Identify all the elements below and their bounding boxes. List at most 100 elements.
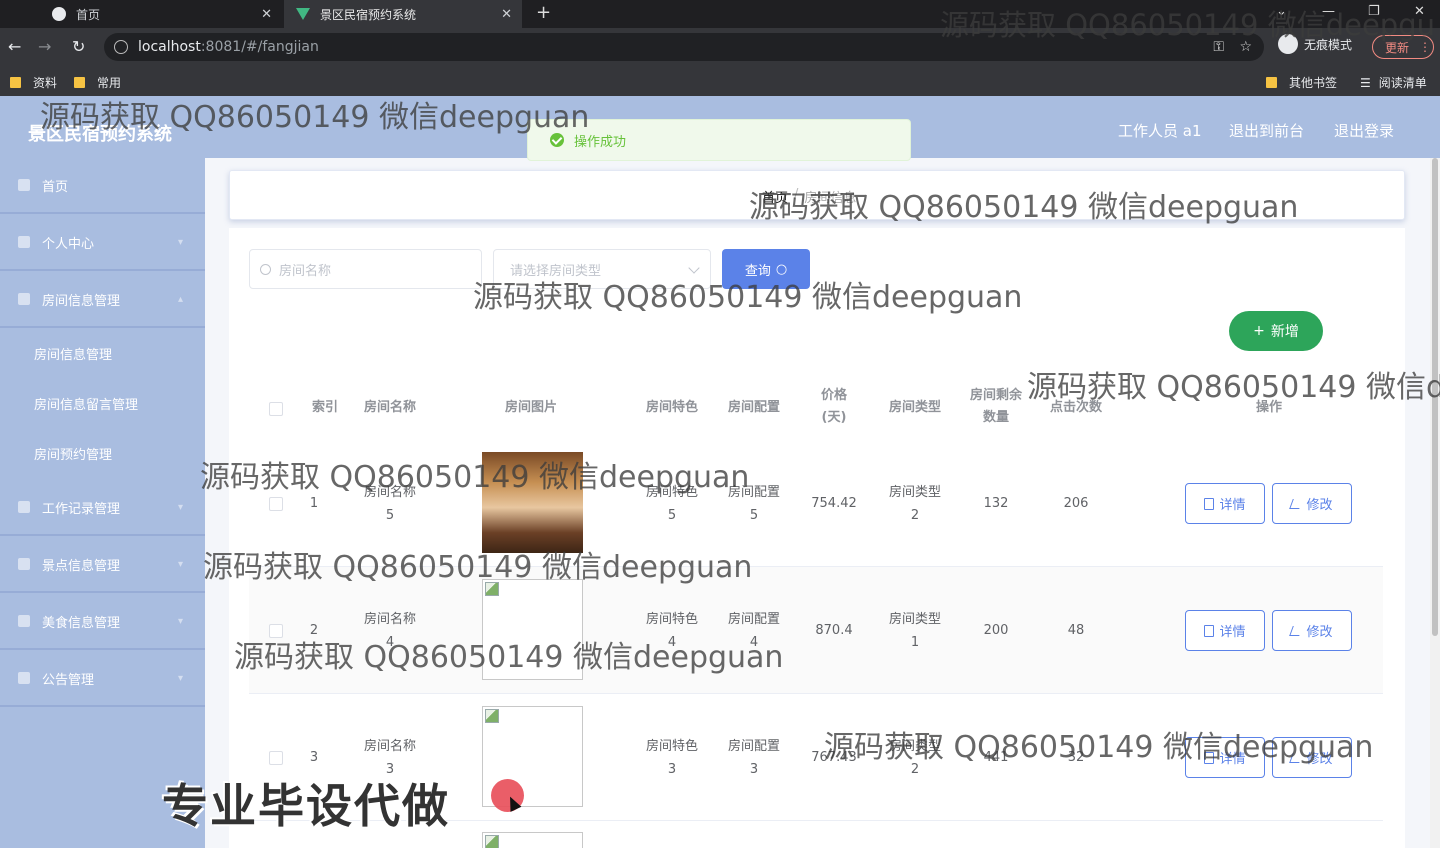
header-name: 房间名称 bbox=[363, 400, 416, 415]
close-icon[interactable]: ✕ bbox=[501, 7, 512, 22]
bookmarks-bar: 资料 常用 其他书签 ☰ 阅读清单 bbox=[0, 66, 1440, 96]
cell-config-line1: 房间配置 bbox=[727, 485, 780, 500]
key-icon[interactable]: ⚿ bbox=[1213, 39, 1224, 55]
reload-icon[interactable]: ↻ bbox=[72, 37, 85, 56]
table-row: 1 房间名称 5 房间特色 5 房间配置 5 754.42 房间类型 2 132 206… bbox=[249, 440, 1383, 567]
browser-tab-active[interactable]: 景区民宿预约系统 ✕ bbox=[284, 0, 522, 28]
folder-icon bbox=[10, 77, 21, 88]
notice-icon bbox=[18, 672, 30, 684]
sidebar-subitem-room-info[interactable]: 房间信息管理 bbox=[0, 328, 205, 378]
cell-feature-line1: 房间特色 bbox=[645, 485, 698, 500]
add-button[interactable]: + 新增 bbox=[1229, 311, 1323, 351]
back-icon[interactable]: ← bbox=[8, 37, 21, 56]
breadcrumb-current: 房间信息 bbox=[804, 191, 857, 206]
close-icon[interactable]: ✕ bbox=[261, 7, 272, 22]
incognito-label: 无痕模式 bbox=[1304, 37, 1353, 52]
chevron-up-icon: ▴ bbox=[177, 293, 183, 305]
room-photo[interactable] bbox=[482, 452, 583, 553]
detail-button[interactable]: 详情 bbox=[1185, 483, 1265, 524]
chevron-down-icon: ▾ bbox=[177, 615, 183, 627]
broken-image-icon bbox=[485, 582, 499, 596]
grid-icon bbox=[18, 558, 30, 570]
update-button[interactable]: 更新 ⋮ bbox=[1372, 35, 1434, 59]
document-icon bbox=[1204, 624, 1215, 637]
user-name-link[interactable]: 工作人员 a1 bbox=[1118, 120, 1202, 141]
bookmark-folder[interactable]: 资料 bbox=[10, 74, 57, 91]
bookmark-label: 阅读清单 bbox=[1378, 76, 1427, 90]
cell-config-line1: 房间配置 bbox=[727, 612, 780, 627]
detail-button[interactable]: 详情 bbox=[1185, 737, 1265, 778]
detail-label: 详情 bbox=[1219, 752, 1246, 767]
room-photo[interactable] bbox=[482, 579, 583, 680]
room-type-select[interactable]: 请选择房间类型 bbox=[493, 249, 711, 289]
chevron-down-icon[interactable]: ⌄ bbox=[1276, 4, 1287, 19]
sidebar-subitem-label: 房间信息留言管理 bbox=[34, 397, 139, 413]
window-close-icon[interactable]: ✕ bbox=[1414, 4, 1425, 19]
header-image: 房间图片 bbox=[504, 400, 557, 415]
reading-list[interactable]: ☰ 阅读清单 bbox=[1360, 74, 1427, 91]
room-photo[interactable] bbox=[482, 832, 583, 848]
globe-icon bbox=[52, 7, 66, 21]
cell-price: 754.42 bbox=[811, 496, 857, 511]
sidebar-item-room-info[interactable]: 房间信息管理 ▴ bbox=[0, 272, 205, 328]
back-to-frontend-link[interactable]: 退出到前台 bbox=[1229, 120, 1304, 141]
info-icon[interactable] bbox=[114, 40, 128, 54]
query-button[interactable]: 查询 ○ bbox=[722, 249, 810, 289]
logout-link[interactable]: 退出登录 bbox=[1334, 120, 1394, 141]
sidebar-subitem-room-booking[interactable]: 房间预约管理 bbox=[0, 428, 205, 478]
cell-type: 房间类型 2 bbox=[877, 735, 953, 781]
search-icon bbox=[260, 263, 271, 275]
bookmark-folder[interactable]: 常用 bbox=[74, 74, 121, 91]
incognito-badge[interactable]: 无痕模式 bbox=[1278, 34, 1352, 54]
record-icon bbox=[18, 501, 30, 513]
cell-type-line2: 1 bbox=[910, 635, 920, 650]
cell-clicks: 206 bbox=[1063, 496, 1089, 511]
page-scrollbar[interactable] bbox=[1430, 158, 1440, 848]
sidebar-item-home[interactable]: 首页 bbox=[0, 158, 205, 214]
forward-icon[interactable]: → bbox=[38, 37, 51, 56]
cell-name-line2: 4 bbox=[385, 635, 395, 650]
edit-button[interactable]: 修改 bbox=[1272, 610, 1352, 651]
sidebar-item-food[interactable]: 美食信息管理 ▾ bbox=[0, 594, 205, 650]
header-price: 价格 (天) bbox=[805, 385, 863, 429]
new-tab-icon[interactable]: + bbox=[536, 2, 551, 23]
scrollbar-thumb[interactable] bbox=[1432, 158, 1438, 636]
sidebar-item-label: 首页 bbox=[42, 179, 69, 195]
header-remain-line1: 房间剩余 bbox=[969, 388, 1022, 403]
row-checkbox[interactable] bbox=[269, 751, 283, 765]
cell-type-line2: 2 bbox=[910, 762, 920, 777]
minimize-icon[interactable]: — bbox=[1322, 4, 1335, 19]
select-all-checkbox[interactable] bbox=[269, 402, 283, 416]
star-icon[interactable]: ☆ bbox=[1239, 39, 1252, 55]
breadcrumb-home[interactable]: 首页 bbox=[762, 187, 788, 206]
browser-tab-home[interactable]: 首页 ✕ bbox=[0, 0, 282, 28]
home-icon bbox=[18, 179, 30, 191]
sidebar-subitem-room-comments[interactable]: 房间信息留言管理 bbox=[0, 378, 205, 428]
detail-button[interactable]: 详情 bbox=[1185, 610, 1265, 651]
sidebar-item-scenic-spots[interactable]: 景点信息管理 ▾ bbox=[0, 537, 205, 593]
sidebar-item-label: 工作记录管理 bbox=[42, 501, 121, 517]
edit-button[interactable]: 修改 bbox=[1272, 737, 1352, 778]
sidebar-item-announcements[interactable]: 公告管理 ▾ bbox=[0, 651, 205, 707]
edit-label: 修改 bbox=[1306, 625, 1333, 640]
promo-overlay-text: 专业毕设代做 bbox=[162, 779, 450, 833]
folder-icon bbox=[1266, 77, 1277, 88]
cell-name-line2: 5 bbox=[385, 508, 395, 523]
row-checkbox[interactable] bbox=[269, 497, 283, 511]
url-path: :8081/#/fangjian bbox=[200, 39, 319, 55]
sidebar-item-work-records[interactable]: 工作记录管理 ▾ bbox=[0, 480, 205, 536]
document-icon bbox=[1204, 497, 1215, 510]
detail-label: 详情 bbox=[1219, 625, 1246, 640]
restore-icon[interactable]: ❐ bbox=[1368, 4, 1380, 19]
reading-list-icon: ☰ bbox=[1360, 75, 1371, 90]
edit-button[interactable]: 修改 bbox=[1272, 483, 1352, 524]
chevron-down-icon: ▾ bbox=[177, 558, 183, 570]
sidebar-item-profile[interactable]: 个人中心 ▾ bbox=[0, 215, 205, 271]
room-name-search-input[interactable]: 房间名称 bbox=[249, 249, 482, 289]
url-field[interactable]: localhost:8081/#/fangjian ⚿ ☆ bbox=[104, 33, 1264, 61]
bookmark-label: 其他书签 bbox=[1289, 76, 1338, 90]
row-checkbox[interactable] bbox=[269, 624, 283, 638]
bookmark-folder[interactable]: 其他书签 bbox=[1266, 74, 1337, 91]
document-icon bbox=[1204, 751, 1215, 764]
query-label: 查询 bbox=[744, 263, 771, 279]
